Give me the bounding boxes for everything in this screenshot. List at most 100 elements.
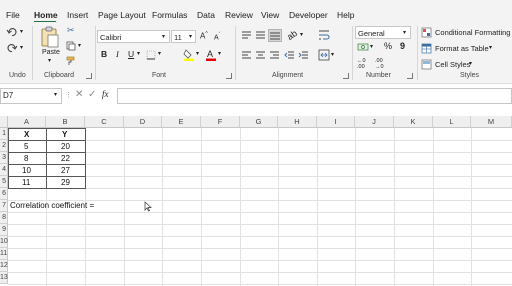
fill-color-icon[interactable] [183, 48, 195, 61]
tab-review[interactable]: Review [225, 10, 253, 20]
name-box-dropdown-icon[interactable]: ▾ [54, 91, 57, 98]
accounting-format-icon[interactable] [357, 42, 369, 52]
top-align-icon[interactable] [241, 31, 252, 40]
cell-b5[interactable]: 29 [61, 177, 70, 189]
column-header-i[interactable]: I [317, 116, 355, 128]
worksheet-grid[interactable]: A B C D E F G H I J K L M 1 2 3 4 5 6 7 … [0, 116, 512, 286]
align-right-icon[interactable] [269, 51, 280, 60]
percent-style-icon[interactable]: % [384, 41, 392, 51]
middle-align-icon[interactable] [255, 31, 266, 40]
alignment-launcher-icon[interactable] [343, 73, 349, 79]
clipboard-launcher-icon[interactable] [86, 73, 92, 79]
row-header-1[interactable]: 1 [0, 128, 8, 140]
formula-input[interactable] [117, 88, 512, 104]
underline-icon[interactable]: U [128, 49, 134, 59]
font-color-dropdown-icon[interactable]: ▾ [218, 50, 221, 57]
increase-decimal-icon[interactable]: ←0.00 [357, 58, 366, 70]
row-header-8[interactable]: 8 [0, 212, 8, 224]
font-color-icon[interactable]: A [205, 48, 217, 61]
tab-page-layout[interactable]: Page Layout [98, 10, 146, 20]
enter-icon[interactable]: ✓ [88, 89, 96, 100]
column-header-c[interactable]: C [85, 116, 124, 128]
merge-dropdown-icon[interactable]: ▾ [331, 51, 334, 58]
column-header-l[interactable]: L [433, 116, 471, 128]
column-header-a[interactable]: A [8, 116, 46, 128]
conditional-formatting-button[interactable]: Conditional Formatting [435, 28, 510, 37]
italic-icon[interactable]: I [116, 49, 119, 59]
tab-help[interactable]: Help [337, 10, 354, 20]
column-header-j[interactable]: J [355, 116, 394, 128]
conditional-formatting-icon[interactable] [421, 27, 432, 38]
formula-bar-options-icon[interactable]: ⋮ [65, 91, 72, 99]
row-header-2[interactable]: 2 [0, 140, 8, 152]
column-header-k[interactable]: K [394, 116, 433, 128]
column-header-f[interactable]: F [201, 116, 240, 128]
number-format-select[interactable]: General ▾ [355, 26, 411, 39]
format-painter-icon[interactable] [66, 56, 76, 66]
insert-function-button[interactable]: fx [102, 89, 109, 99]
tab-home[interactable]: Home [34, 10, 58, 20]
tab-view[interactable]: View [261, 10, 279, 20]
copy-icon[interactable] [66, 41, 76, 51]
cell-a7[interactable]: Correlation coefficient = [10, 200, 94, 212]
wrap-text-icon[interactable] [318, 29, 330, 42]
row-header-9[interactable]: 9 [0, 224, 8, 236]
cancel-icon[interactable]: ✕ [75, 89, 83, 100]
column-header-h[interactable]: H [278, 116, 317, 128]
tab-file[interactable]: File [6, 10, 20, 20]
paste-icon[interactable] [41, 26, 59, 48]
font-size-select[interactable]: 11 ▾ [171, 30, 196, 43]
redo-dropdown-icon[interactable]: ▾ [20, 44, 23, 51]
cell-a5[interactable]: 11 [22, 177, 30, 189]
format-as-table-button[interactable]: Format as Table [435, 44, 489, 53]
row-header-6[interactable]: 6 [0, 188, 8, 200]
borders-dropdown-icon[interactable]: ▾ [158, 50, 161, 57]
cell-b3[interactable]: 22 [61, 153, 70, 165]
tab-data[interactable]: Data [197, 10, 215, 20]
bold-icon[interactable]: B [101, 49, 107, 59]
column-header-g[interactable]: G [240, 116, 278, 128]
tab-insert[interactable]: Insert [67, 10, 88, 20]
decrease-font-size-icon[interactable]: Aˇ [214, 32, 220, 41]
format-as-table-icon[interactable] [421, 43, 432, 54]
cell-a3[interactable]: 8 [24, 153, 28, 165]
cell-a4[interactable]: 10 [22, 165, 31, 177]
orientation-dropdown-icon[interactable]: ▾ [300, 31, 303, 38]
cell-a1[interactable]: X [24, 129, 29, 141]
cell-styles-icon[interactable] [421, 59, 432, 70]
font-name-select[interactable]: Calibri ▾ [97, 30, 170, 43]
column-header-e[interactable]: E [162, 116, 201, 128]
tab-formulas[interactable]: Formulas [152, 10, 187, 20]
row-header-12[interactable]: 12 [0, 260, 8, 272]
orientation-icon[interactable]: ab [285, 28, 299, 42]
column-header-m[interactable]: M [471, 116, 512, 128]
underline-dropdown-icon[interactable]: ▾ [137, 50, 140, 57]
fill-color-dropdown-icon[interactable]: ▾ [196, 50, 199, 57]
row-header-7[interactable]: 7 [0, 200, 8, 212]
number-launcher-icon[interactable] [407, 73, 413, 79]
increase-font-size-icon[interactable]: A^ [200, 31, 208, 41]
name-box[interactable]: D7 ▾ [0, 88, 62, 104]
row-header-10[interactable]: 10 [0, 236, 8, 248]
merge-center-icon[interactable] [318, 49, 330, 61]
comma-style-icon[interactable]: 9 [400, 41, 405, 51]
format-as-table-dropdown-icon[interactable]: ▾ [489, 44, 492, 51]
cell-styles-button[interactable]: Cell Styles [435, 60, 470, 69]
align-center-icon[interactable] [255, 51, 266, 60]
select-all-corner[interactable] [0, 116, 8, 128]
cell-a2[interactable]: 5 [24, 141, 28, 153]
row-header-13[interactable]: 13 [0, 272, 8, 284]
accounting-dropdown-icon[interactable]: ▾ [370, 43, 373, 50]
column-header-d[interactable]: D [124, 116, 162, 128]
cell-b1[interactable]: Y [62, 129, 67, 141]
bottom-align-button[interactable] [268, 29, 282, 42]
cell-b4[interactable]: 27 [61, 165, 70, 177]
paste-dropdown-icon[interactable]: ▾ [48, 57, 51, 64]
row-header-3[interactable]: 3 [0, 152, 8, 164]
decrease-indent-icon[interactable] [284, 51, 295, 60]
redo-icon[interactable] [6, 42, 18, 54]
row-header-11[interactable]: 11 [0, 248, 8, 260]
cell-styles-dropdown-icon[interactable]: ▾ [469, 60, 472, 67]
borders-icon[interactable] [146, 50, 156, 60]
undo-dropdown-icon[interactable]: ▾ [20, 28, 23, 35]
